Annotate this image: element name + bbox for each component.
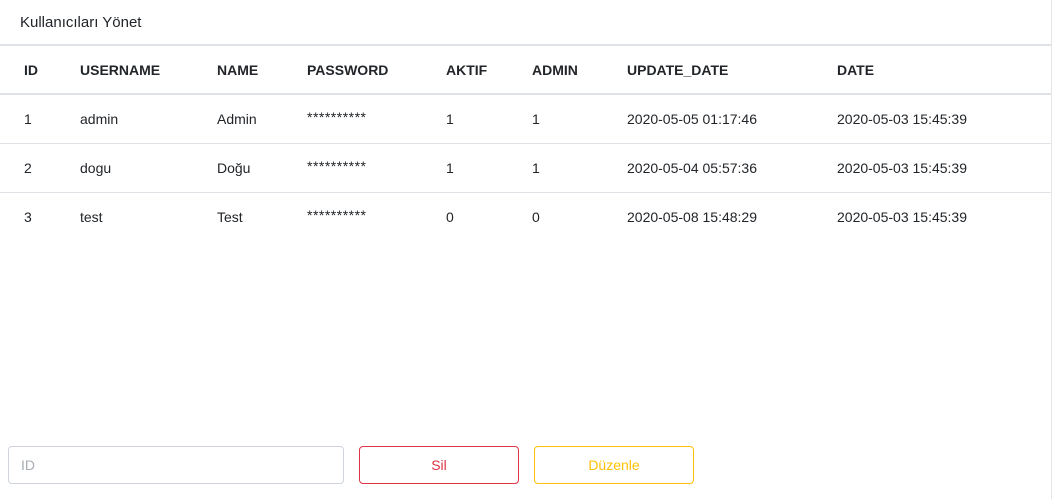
column-header-id: ID: [0, 46, 80, 95]
id-input[interactable]: [8, 446, 344, 484]
table-row: 3 test Test ********** 0 0 2020-05-08 15…: [0, 192, 1051, 241]
cell-id: 3: [24, 208, 32, 225]
cell-admin: 1: [532, 143, 627, 193]
cell-date: 2020-05-03 15:45:39: [837, 143, 1051, 193]
cell-admin: 0: [532, 208, 540, 225]
users-table: ID USERNAME NAME PASSWORD AKTIF ADMIN UP…: [0, 46, 1051, 241]
password-mask: **********: [307, 206, 367, 223]
cell-update-date: 2020-05-04 05:57:36: [627, 143, 837, 193]
password-mask: **********: [307, 108, 367, 125]
cell-password: **********: [307, 94, 446, 144]
cell-username: admin: [80, 94, 217, 144]
column-header-name: NAME: [217, 46, 307, 95]
table-row: 2 dogu Doğu ********** 1 1 2020-05-04 05…: [0, 143, 1051, 193]
cell-date: 2020-05-03 15:45:39: [837, 94, 1051, 144]
cell-admin: 1: [532, 94, 627, 144]
cell-aktif: 1: [446, 94, 532, 144]
delete-button[interactable]: Sil: [359, 446, 519, 484]
cell-update-date: 2020-05-08 15:48:29: [627, 208, 757, 225]
column-header-admin: ADMIN: [532, 46, 627, 95]
column-header-date: DATE: [837, 46, 1051, 95]
user-action-bar: Sil Düzenle: [8, 446, 694, 484]
cell-username: dogu: [80, 143, 217, 193]
cell-id: 2: [0, 143, 80, 193]
cell-password: **********: [307, 192, 446, 241]
cell-name: Doğu: [217, 143, 307, 193]
column-header-aktif: AKTIF: [446, 46, 532, 95]
column-header-update-date: UPDATE_DATE: [627, 46, 837, 95]
cell-name: Admin: [217, 94, 307, 144]
cell-update-date: 2020-05-05 01:17:46: [627, 94, 837, 144]
password-mask: **********: [307, 157, 367, 174]
column-header-username: USERNAME: [80, 46, 217, 95]
column-header-password: PASSWORD: [307, 46, 446, 95]
page-title: Kullanıcıları Yönet: [20, 13, 142, 31]
cell-aktif: 0: [446, 208, 454, 225]
cell-username: test: [80, 208, 103, 225]
cell-password: **********: [307, 143, 446, 193]
edit-button[interactable]: Düzenle: [534, 446, 694, 484]
cell-date: 2020-05-03 15:45:39: [837, 208, 967, 225]
cell-id: 1: [0, 94, 80, 144]
table-row: 1 admin Admin ********** 1 1 2020-05-05 …: [0, 94, 1051, 144]
manage-users-card: Kullanıcıları Yönet ID USERNAME NAME PAS…: [0, 0, 1052, 499]
card-header: Kullanıcıları Yönet: [0, 0, 1051, 46]
cell-aktif: 1: [446, 143, 532, 193]
table-header-row: ID USERNAME NAME PASSWORD AKTIF ADMIN UP…: [0, 46, 1051, 95]
cell-name: Test: [217, 208, 243, 225]
